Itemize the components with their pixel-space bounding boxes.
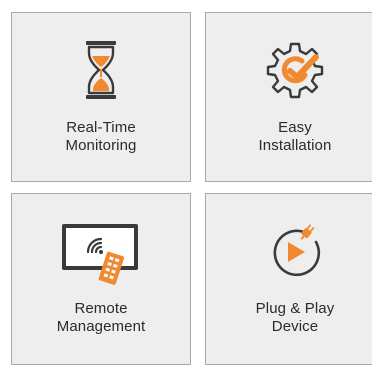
feature-label-line1: Remote — [74, 300, 128, 317]
feature-label-plug-play-device: Plug & Play Device — [206, 300, 372, 336]
feature-label-line2: Installation — [258, 137, 332, 154]
feature-tile-plug-play-device[interactable]: Plug & Play Device — [205, 193, 372, 365]
plug-play-icon — [260, 220, 330, 282]
feature-label-real-time-monitoring: Real-Time Monitoring — [12, 119, 190, 155]
feature-label-line1: Easy — [278, 119, 312, 136]
feature-label-line2: Monitoring — [65, 137, 137, 154]
feature-tile-real-time-monitoring[interactable]: Real-Time Monitoring — [11, 12, 191, 182]
tablet-remote-icon — [56, 218, 146, 288]
feature-label-line2: Management — [56, 318, 146, 335]
features-grid: Real-Time Monitoring Easy Installation R… — [0, 0, 372, 365]
feature-label-easy-installation: Easy Installation — [206, 119, 372, 155]
feature-label-remote-management: Remote Management — [12, 300, 190, 336]
feature-tile-easy-installation[interactable]: Easy Installation — [205, 12, 372, 182]
feature-label-line1: Real-Time — [66, 119, 136, 136]
feature-tile-remote-management[interactable]: Remote Management — [11, 193, 191, 365]
feature-label-line2: Device — [271, 318, 319, 335]
gear-check-icon — [260, 39, 330, 101]
hourglass-icon — [66, 39, 136, 101]
feature-label-line1: Plug & Play — [255, 300, 335, 317]
